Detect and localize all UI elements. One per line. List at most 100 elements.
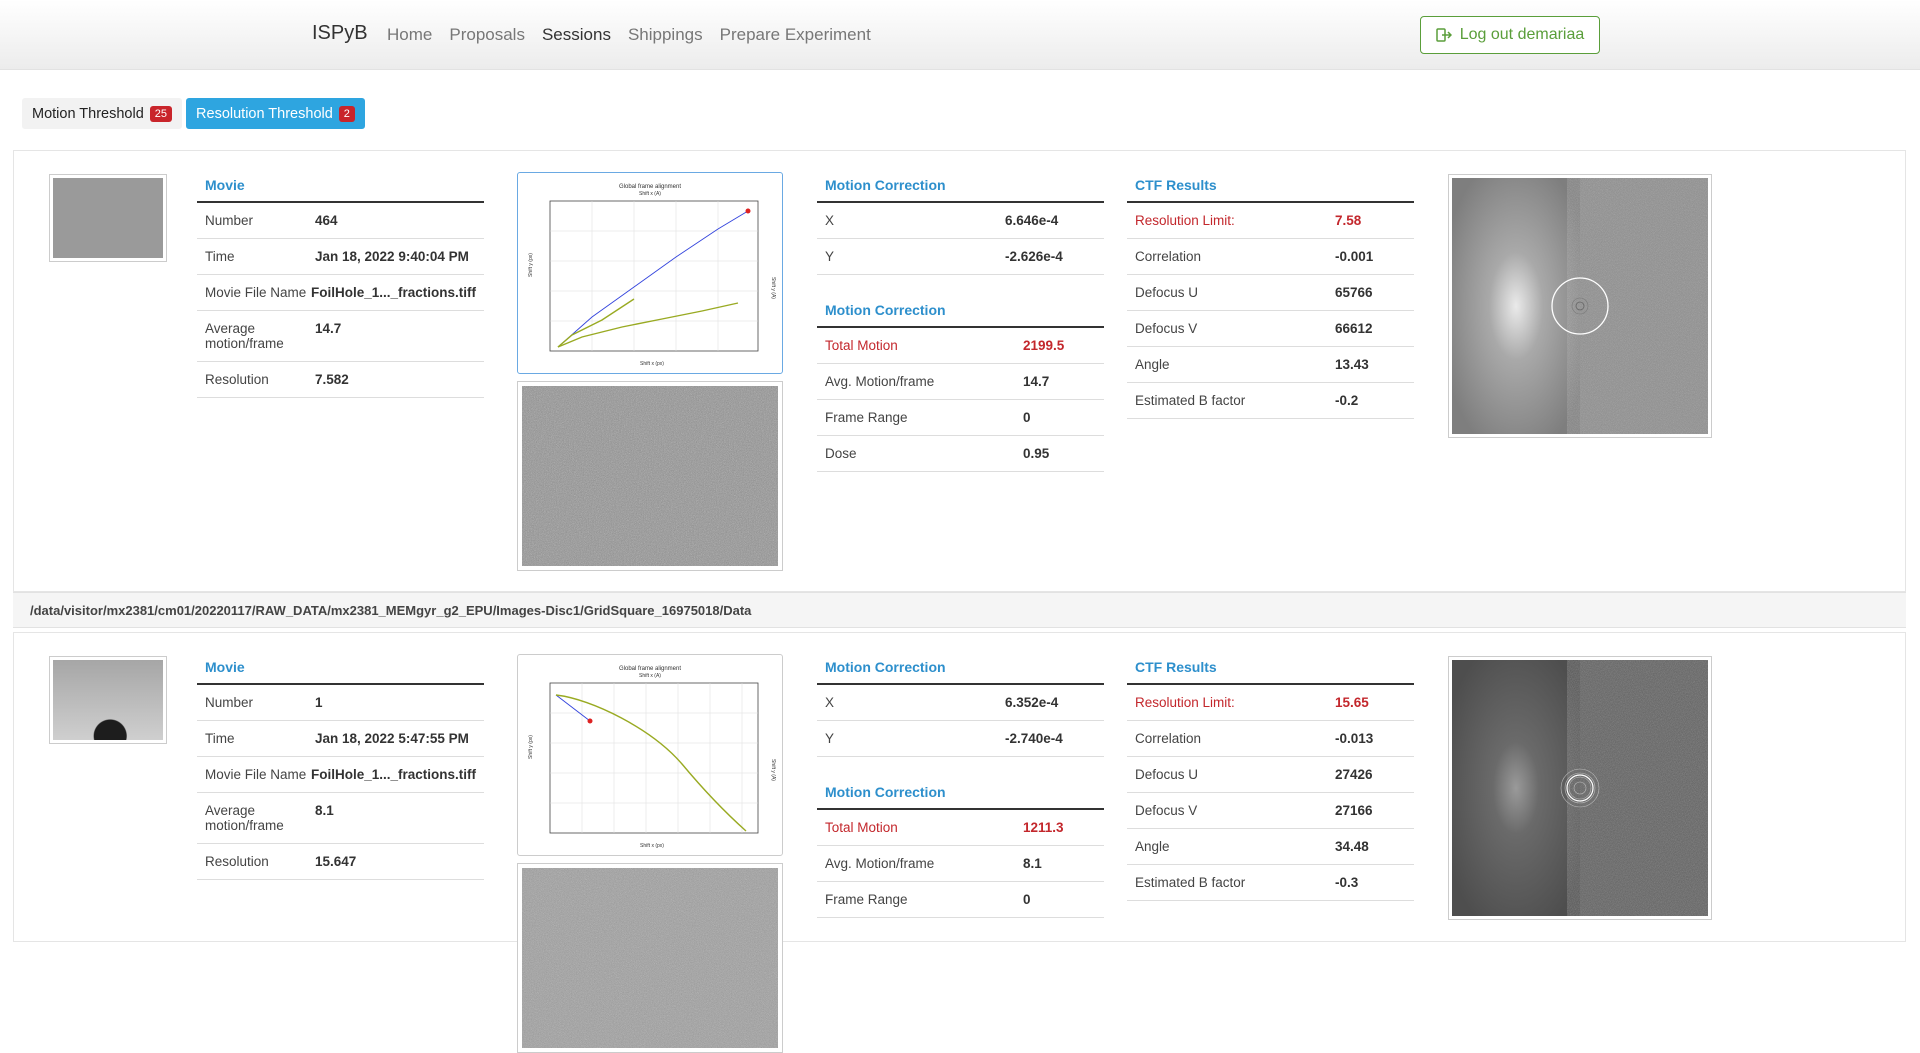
table-row: Resolution Limit: 7.58 [1127,203,1414,239]
table-row: Total Motion 1211.3 [817,810,1104,846]
row-key: Defocus U [1135,285,1199,300]
plot-top-label: Shift x (A) [639,191,661,197]
micrograph-image[interactable] [517,381,783,571]
row-key: Average motion/frame [205,803,284,833]
nav-sessions[interactable]: Sessions [542,25,611,45]
table-row: Resolution 7.582 [197,362,484,398]
table-row: Frame Range 0 [817,400,1104,436]
row-key: Correlation [1135,249,1202,264]
alignment-plot-svg: Global frame alignment Shift x (A) Shift… [528,184,776,367]
row-key: Y [825,249,835,264]
row-key: Movie File Name [205,767,307,782]
row-value: Jan 18, 2022 5:47:55 PM [315,731,469,746]
row-value: -0.001 [1335,249,1374,264]
row-key: Avg. Motion/frame [825,856,935,871]
row-key: Dose [825,446,857,461]
count-badge: 2 [338,105,355,122]
table-row: Frame Range 0 [817,882,1104,918]
row-key: Estimated B factor [1135,393,1246,408]
plot-y-label: Shift y (px) [528,253,534,277]
table-row: X 6.352e-4 [817,685,1104,721]
row-value: 7.58 [1335,213,1362,228]
row-key: Y [825,731,835,746]
motion-correction-stats-table: Motion Correction Total Motion 2199.5 Avg… [817,294,1104,472]
logout-label: Log out demariaa [1459,26,1585,43]
tab-label: Motion Threshold [32,105,144,122]
table-row: Number 464 [197,203,484,239]
table-header: Motion Correction [817,651,1104,685]
row-key: Correlation [1135,731,1202,746]
table-row: Defocus V 66612 [1127,311,1414,347]
table-header: Motion Correction [817,294,1104,328]
tab-motion-threshold[interactable]: Motion Threshold 25 [22,98,183,129]
frame-alignment-plot[interactable]: Global frame alignment Shift x (A) Shift… [517,654,783,856]
table-row: Angle 13.43 [1127,347,1414,383]
plot-x-label: Shift x (px) [640,843,664,849]
row-value: 6.352e-4 [1005,695,1059,710]
nav-home[interactable]: Home [387,25,432,45]
row-key: Frame Range [825,892,908,907]
row-value: 66612 [1335,321,1373,336]
motion-correction-stats-table: Motion Correction Total Motion 1211.3 Avg… [817,776,1104,918]
tab-label: Resolution Threshold [196,105,333,122]
row-value: -2.626e-4 [1005,249,1063,264]
table-row: Time Jan 18, 2022 5:47:55 PM [197,721,484,757]
row-key: Total Motion [825,820,898,835]
row-key: Defocus V [1135,803,1198,818]
alignment-plot-svg: Global frame alignment Shift x (A) Shift… [528,666,776,849]
table-row: Average motion/frame 14.7 [197,311,484,362]
motion-correction-table: Motion Correction X 6.352e-4 Y -2.740e-4 [817,651,1104,757]
micrograph-noise [522,386,778,566]
plot-top-label: Shift x (A) [639,673,661,679]
table-row: Avg. Motion/frame 8.1 [817,846,1104,882]
ctf-spectrum-image[interactable] [1448,174,1712,438]
micrograph-image[interactable] [517,863,783,1053]
logout-button[interactable]: Log out demariaa [1420,16,1600,54]
row-value: FoilHole_1..._fractions.tiff [310,285,476,300]
table-row: Y -2.740e-4 [817,721,1104,757]
row-value: 14.7 [1023,374,1050,389]
row-key: Frame Range [825,410,908,425]
brand-logo[interactable]: ISPyB [312,22,368,45]
row-key: Resolution Limit: [1135,213,1235,228]
row-key: Resolution [205,854,269,869]
plot-x-label: Shift x (px) [640,361,664,367]
motion-correction-table: Motion Correction X 6.646e-4 Y -2.626e-4 [817,169,1104,275]
tab-resolution-threshold[interactable]: Resolution Threshold 2 [186,98,365,129]
row-value: 15.65 [1335,695,1369,710]
row-value: 8.1 [1023,856,1042,871]
table-row: Resolution 15.647 [197,844,484,880]
data-path: /data/visitor/mx2381/cm01/20220117/RAW_D… [13,592,1906,628]
nav-proposals[interactable]: Proposals [449,25,525,45]
table-header: Motion Correction [817,169,1104,203]
row-key: Time [205,249,235,264]
table-row: Estimated B factor -0.3 [1127,865,1414,901]
row-value: FoilHole_1..._fractions.tiff [310,767,476,782]
row-value: 7.582 [315,372,349,387]
nav-prepare-experiment[interactable]: Prepare Experiment [720,25,871,45]
row-key: Angle [1135,357,1170,372]
ctf-spectrum-image[interactable] [1448,656,1712,920]
frame-alignment-plot[interactable]: Global frame alignment Shift x (A) Shift… [517,172,783,374]
movie-thumbnail[interactable] [49,174,167,262]
row-value: 27426 [1335,767,1373,782]
plot-title: Global frame alignment [619,666,681,672]
movie-thumbnail[interactable] [49,656,167,744]
row-value: 8.1 [315,803,334,818]
row-value: 0 [1023,892,1031,907]
table-row: Defocus U 27426 [1127,757,1414,793]
row-key: Time [205,731,235,746]
row-key: Resolution Limit: [1135,695,1235,710]
ctf-results-table: CTF Results Resolution Limit: 15.65 Corre… [1127,651,1414,901]
row-key: Number [205,695,254,710]
table-row: Number 1 [197,685,484,721]
plot-y-label: Shift y (px) [528,735,534,759]
row-value: 65766 [1335,285,1373,300]
record-panel: Movie Number 464 Time Jan 18, 2022 9:40:04… [13,150,1906,592]
nav-shippings[interactable]: Shippings [628,25,703,45]
navbar: ISPyB Home Proposals Sessions Shippings … [0,0,1920,70]
table-header: Movie [197,169,484,203]
row-value: -2.740e-4 [1005,731,1063,746]
sign-out-icon [1435,28,1452,42]
row-value: 15.647 [315,854,357,869]
